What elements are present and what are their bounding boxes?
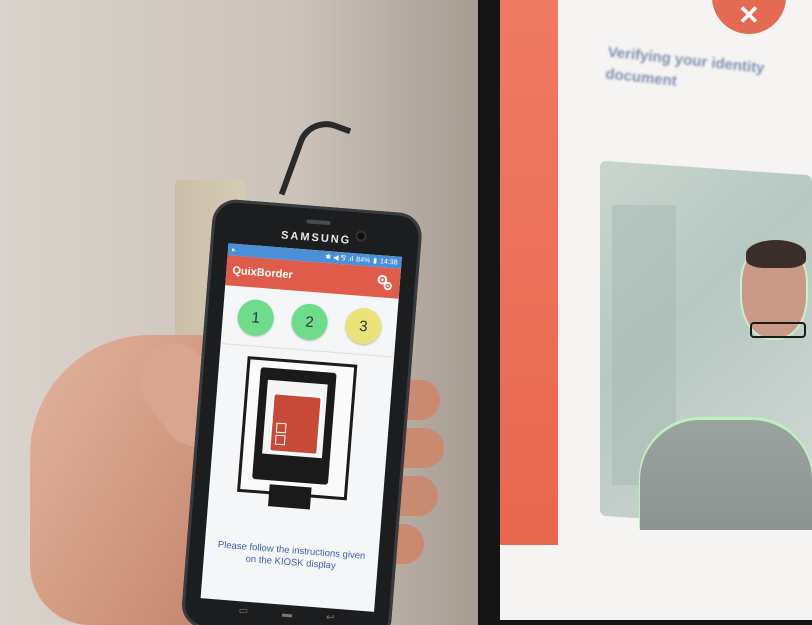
checkbox-icon	[275, 422, 287, 434]
battery-icon: ▮	[372, 257, 378, 265]
step-2-indicator: 2	[290, 302, 329, 342]
back-icon[interactable]: ↩	[325, 612, 335, 625]
kiosk-accent-bar	[500, 0, 558, 545]
checkbox-icon	[274, 434, 286, 446]
person-glasses	[750, 322, 806, 338]
clock: 14:38	[379, 257, 398, 267]
smartphone: SAMSUNG ▸ ✱ ◀ ⅋ .ıl 84% ▮ 14:38 QuixBord…	[180, 198, 424, 625]
gears-icon[interactable]	[375, 273, 394, 292]
person-hair	[746, 240, 806, 268]
kiosk-stand-icon	[267, 484, 312, 510]
app-title: QuixBorder	[231, 264, 294, 282]
photo-scene: ✕ Verifying your identity document SAMSU…	[0, 0, 812, 625]
signal-icons: ✱ ◀ ⅋ .ıl	[325, 253, 354, 264]
person-body	[640, 420, 812, 530]
home-button-icon[interactable]: ▬	[281, 609, 293, 625]
kiosk-logo-icon: ✕	[738, 0, 760, 30]
step-3-indicator: 3	[344, 306, 383, 346]
step-1-indicator: 1	[236, 298, 276, 338]
battery-level: 84%	[355, 255, 371, 264]
instruction-text: Please follow the instructions given on …	[209, 539, 372, 576]
phone-screen: ▸ ✱ ◀ ⅋ .ıl 84% ▮ 14:38 QuixBorder 1 2 3	[200, 243, 402, 612]
earpiece	[306, 219, 331, 226]
kiosk-illustration	[206, 344, 394, 537]
notification-icon: ▸	[231, 246, 236, 254]
recent-apps-icon[interactable]: ▭	[238, 605, 248, 625]
